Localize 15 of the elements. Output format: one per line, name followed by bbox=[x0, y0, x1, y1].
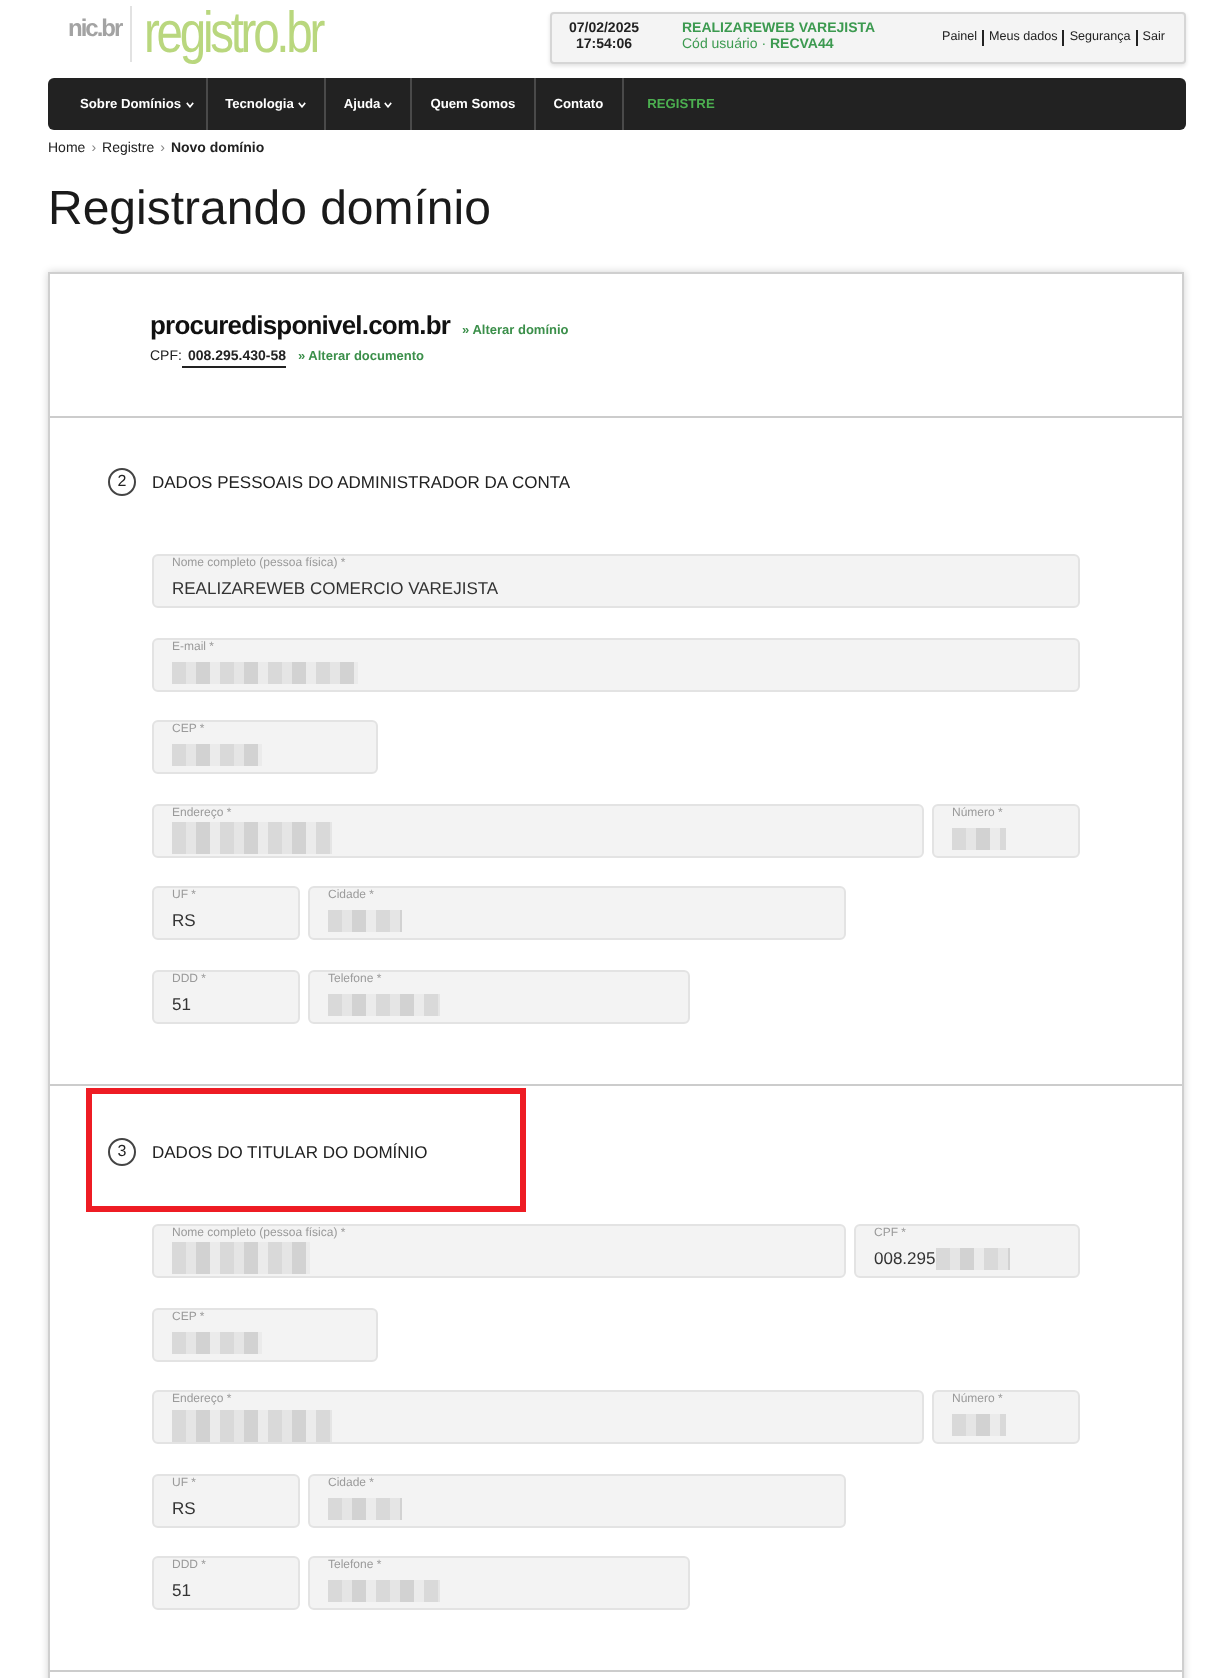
field-value: 51 bbox=[172, 993, 191, 1016]
section-title: DADOS PESSOAIS DO ADMINISTRADOR DA CONTA bbox=[152, 472, 571, 492]
section-title: DADOS DO TITULAR DO DOMÍNIO bbox=[152, 1141, 428, 1162]
step-number: 2 bbox=[108, 468, 136, 496]
caret-icon bbox=[297, 101, 306, 107]
domain-name: procuredisponivel.com.br bbox=[150, 308, 451, 342]
caret-icon bbox=[185, 101, 194, 107]
field-value: RS bbox=[172, 910, 196, 933]
field-value: RS bbox=[172, 1497, 196, 1520]
field-value: 008.295 bbox=[874, 1247, 936, 1270]
step-number: 3 bbox=[108, 1137, 136, 1166]
field-value: 51 bbox=[172, 1580, 191, 1603]
page-title: Registrando domínio bbox=[48, 180, 493, 240]
caret-icon bbox=[384, 101, 393, 107]
field-value: REALIZAREWEB COMERCIO VAREJISTA bbox=[172, 578, 499, 600]
